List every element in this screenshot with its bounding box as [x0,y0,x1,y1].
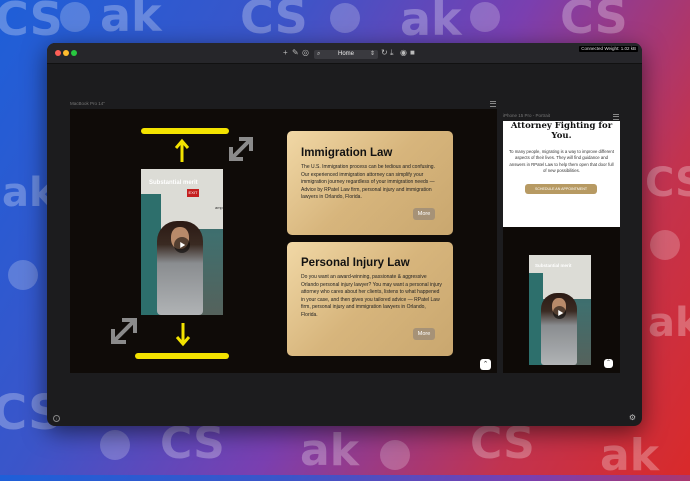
resize-diagonal-icon [229,137,253,161]
watermark-text: CS [240,0,308,44]
card-personal-injury-law: Personal Injury Law Do you want an award… [287,242,453,356]
yellow-bar-bottom [135,353,229,359]
resize-diagonal-icon [111,318,137,344]
close-button[interactable] [55,50,61,56]
card-body: The U.S. Immigration process can be tedi… [301,164,435,200]
device-label: MacBook Pro 14" [70,101,105,106]
plus-icon[interactable]: + [283,47,288,59]
watermark-text: ak [648,300,690,346]
search-icon: ⌕ [317,51,321,57]
watermark-text: CS [0,0,63,46]
device-label: iPhone 15 Pro - Portrait [503,113,551,118]
watermark-text: ak [300,425,359,476]
zoom-button[interactable] [71,50,77,56]
page-select-value: Home [337,51,354,57]
target-icon[interactable]: ◎ [302,47,309,59]
play-icon[interactable] [174,237,190,253]
yellow-bar-top [141,128,229,134]
video-player[interactable]: Substantial merit [529,255,591,365]
schedule-appointment-button[interactable]: SCHEDULE AN APPOINTMENT [525,184,597,194]
watermark-text: ak [100,0,162,42]
watermark-text: ak [600,430,659,481]
card-body: Do you want an award-winning, passionate… [301,274,442,318]
watermark-text: ak [400,0,462,46]
stop-icon[interactable]: ■ [410,47,415,59]
app-window: + ✎ ◎ ⌕ Home ⇕ ↻ ⤓ ◉ ■ Connected Weight:… [47,43,642,426]
watermark-text: CS [645,160,690,206]
info-icon[interactable]: i [53,415,60,422]
chevron-up-icon[interactable]: ⌃ [604,359,613,368]
video-caption: Substantial merit [535,263,572,268]
device-frame-iphone: Attorney Fighting for You. To many peopl… [503,121,620,373]
more-button[interactable]: More [413,328,435,340]
hero-title: Attorney Fighting for You. [510,121,613,141]
device-frame-macbook: EXIT amp Substantial merit Immigration L… [70,109,497,373]
arrow-down-icon [175,323,191,347]
card-title: Immigration Law [301,147,393,159]
hamburger-icon[interactable] [490,101,496,107]
connected-weight-badge: Connected Weight: 1.02 kB [579,46,638,52]
video-player[interactable]: EXIT amp Substantial merit [141,169,223,315]
title-bar: + ✎ ◎ ⌕ Home ⇕ ↻ ⤓ ◉ ■ Connected Weight:… [47,43,642,64]
download-icon[interactable]: ⤓ [390,47,394,59]
hero-text: To many people, migrating is a way to im… [509,149,615,173]
play-icon[interactable] [553,306,566,319]
exit-sign: EXIT [187,189,199,197]
settings-icon[interactable]: ⚙ [629,413,636,422]
hero-section: Attorney Fighting for You. To many peopl… [503,121,620,227]
watermark-text: CS [560,0,628,44]
card-immigration-law: Immigration Law The U.S. Immigration pro… [287,131,453,235]
refresh-icon[interactable]: ↻ [381,47,388,59]
video-text: amp [215,205,223,210]
chevron-updown-icon: ⇕ [369,51,375,57]
pencil-icon[interactable]: ✎ [292,47,299,59]
minimize-button[interactable] [63,50,69,56]
card-title: Personal Injury Law [301,257,410,269]
hamburger-icon[interactable] [613,114,619,120]
broadcast-icon[interactable]: ◉ [400,47,407,59]
page-select[interactable]: ⌕ Home ⇕ [314,50,378,59]
chevron-up-icon[interactable]: ⌃ [480,359,491,370]
more-button[interactable]: More [413,208,435,220]
arrow-up-icon [174,138,190,162]
video-caption: Substantial merit [149,180,198,186]
